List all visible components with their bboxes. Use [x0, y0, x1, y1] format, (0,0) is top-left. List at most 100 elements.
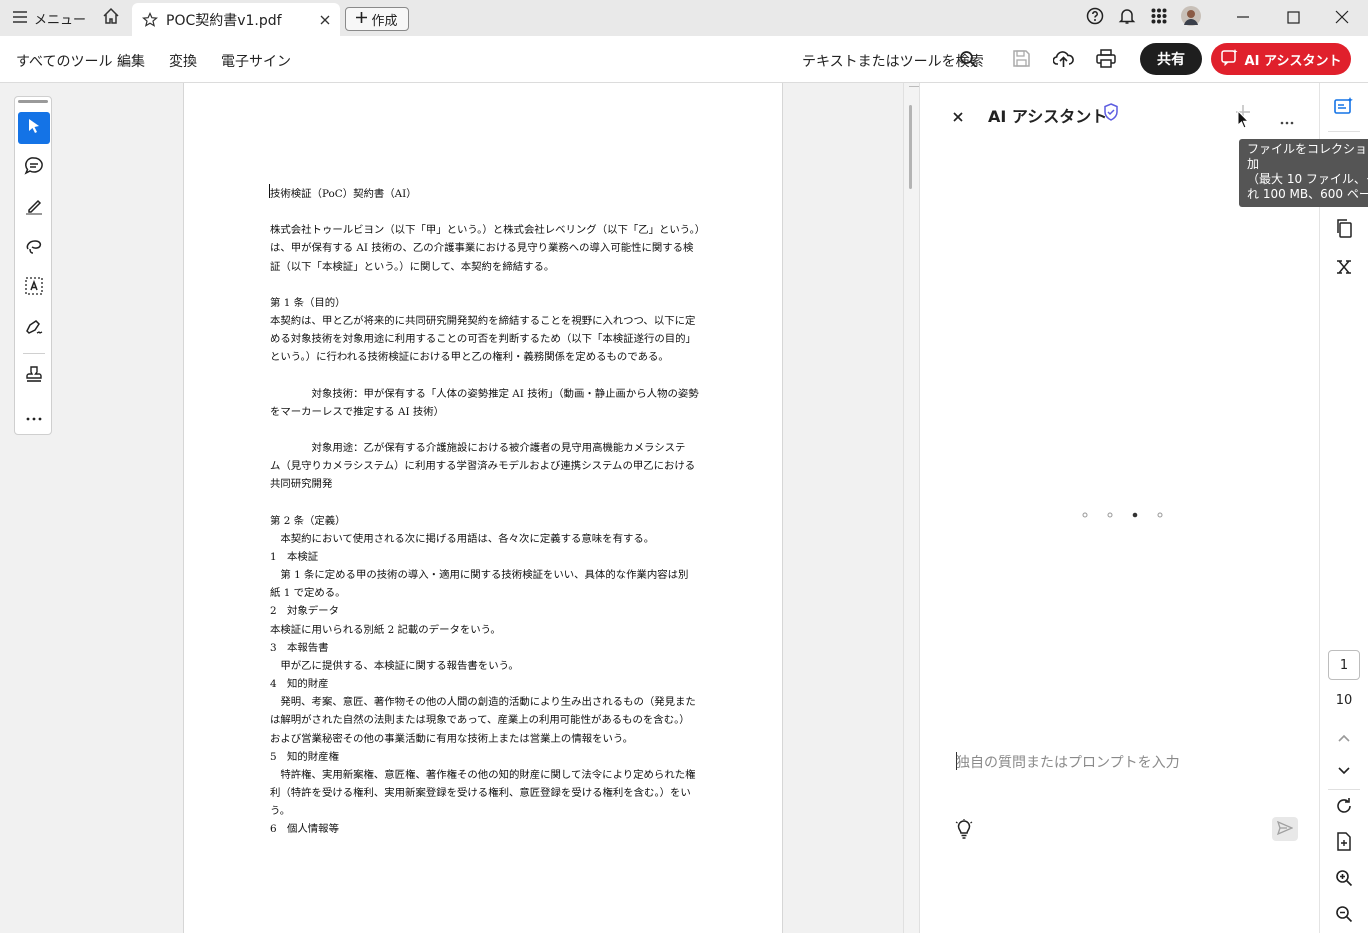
- document-caret: [269, 184, 270, 198]
- document-line: める対象技術を対象用途に利用することの可否を判断するため（以下「本検証遂行の目的…: [270, 333, 696, 346]
- document-line: 5 知的財産権: [270, 750, 339, 763]
- document-line: 本検証に用いられる別紙 2 記載のデータをいう。: [270, 623, 501, 636]
- more-options-icon[interactable]: [1280, 110, 1294, 129]
- fill-sign-tool[interactable]: [18, 312, 50, 344]
- previous-page-button[interactable]: [1332, 724, 1356, 748]
- quick-tools-rail: [14, 96, 52, 435]
- rotate-button[interactable]: [1332, 796, 1356, 820]
- star-icon[interactable]: [142, 11, 158, 28]
- lightbulb-icon[interactable]: [955, 819, 973, 843]
- document-line: 1 本検証: [270, 551, 319, 563]
- document-line: という。）に行われる技術検証における甲と乙の権利・義務関係を定めるものである。: [270, 351, 669, 364]
- ai-assistant-button[interactable]: AI アシスタント: [1211, 43, 1351, 75]
- title-bar: メニュー POC契約書v1.pdf 作成: [0, 0, 1368, 36]
- text-box-icon: [24, 276, 44, 300]
- document-line: 甲が乙に提供する、本検証に関する報告書をいう。: [270, 659, 519, 672]
- pdf-page[interactable]: 技術検証（PoC）契約書（AI） 株式会社トゥールビヨン（以下「甲」という。）と株…: [183, 83, 783, 933]
- stamp-tool[interactable]: [18, 361, 50, 393]
- save-icon[interactable]: [1012, 49, 1031, 72]
- document-line: う。: [270, 805, 291, 818]
- menu-all-tools[interactable]: すべてのツール: [16, 51, 112, 71]
- document-line: 株式会社トゥールビヨン（以下「甲」という。）と株式会社レベリング（以下「乙」とい…: [270, 224, 706, 237]
- home-icon: [102, 7, 120, 29]
- highlight-tool[interactable]: [18, 192, 50, 224]
- verified-shield-icon[interactable]: [1103, 103, 1119, 125]
- document-line: 利（特許を受ける権利、実用新案登録を受ける権利、意匠登録を受ける権利を含む。）を…: [270, 786, 691, 799]
- create-label: 作成: [371, 13, 398, 29]
- document-scrollbar[interactable]: [903, 83, 921, 933]
- rail-divider: [23, 353, 45, 354]
- rail-divider: [1328, 131, 1360, 132]
- ai-chat-icon: [1334, 97, 1354, 119]
- upload-cloud-icon[interactable]: [1052, 49, 1074, 72]
- apps-grid-icon: [1151, 8, 1167, 28]
- menu-edit[interactable]: 編集: [117, 51, 145, 71]
- share-button[interactable]: 共有: [1140, 43, 1202, 75]
- comment-tool[interactable]: [18, 152, 50, 184]
- send-icon: [1276, 820, 1294, 839]
- document-line: 第 1 条（目的）: [270, 296, 346, 309]
- document-line: 特許権、実用新案権、意匠権、著作権その他の知的財産に関して法令により定められた権: [270, 768, 696, 781]
- cursor-arrow-icon: [27, 118, 41, 138]
- current-page-input[interactable]: 1: [1328, 650, 1360, 680]
- ai-assistant-icon: [1220, 48, 1239, 70]
- tooltip-line: ファイルをコレクションに追: [1247, 142, 1368, 156]
- draw-tool[interactable]: [18, 232, 50, 264]
- next-page-button[interactable]: [1332, 757, 1356, 781]
- menu-button[interactable]: メニュー: [10, 0, 88, 36]
- close-panel-icon[interactable]: [953, 107, 963, 126]
- document-line: 6 個人情報等: [270, 823, 339, 836]
- notifications-button[interactable]: [1116, 0, 1138, 36]
- help-icon: [1086, 7, 1104, 29]
- ai-assistant-rail-button[interactable]: [1332, 96, 1356, 120]
- zoom-out-button[interactable]: [1332, 904, 1356, 928]
- tool-search-field[interactable]: テキストまたはツールを検索: [802, 51, 984, 71]
- document-line: 第 1 条に定める甲の技術の導入・適用に関する技術検証をいい、具体的な作業内容は…: [270, 569, 689, 582]
- document-line: 証（以下「本検証」という。）に関して、本契約を締結する。: [270, 260, 555, 273]
- select-tool[interactable]: [18, 112, 50, 144]
- menu-label: メニュー: [33, 12, 86, 28]
- document-line: 本契約において使用される次に掲げる用語は、各々次に定義する意味を有する。: [270, 532, 655, 545]
- document-line: 発明、考案、意匠、著作物その他の人間の創造的活動により生み出されるもの（発見また: [270, 696, 696, 709]
- close-window-button[interactable]: [1327, 0, 1357, 36]
- plus-icon: [356, 11, 368, 27]
- prompt-input[interactable]: 独自の質問またはプロンプトを入力: [956, 752, 1180, 772]
- avatar-icon: [1181, 6, 1201, 30]
- tooltip-line: れ 100 MB、600 ページ: [1247, 187, 1368, 201]
- document-line: および営業秘密その他の事業活動に有用な技術上または営業上の情報をいう。: [270, 732, 634, 745]
- drag-handle[interactable]: [18, 100, 48, 103]
- extract-page-button[interactable]: [1332, 832, 1356, 856]
- help-button[interactable]: [1084, 0, 1106, 36]
- text-recognition-tool[interactable]: [18, 272, 50, 304]
- compare-button[interactable]: [1332, 257, 1356, 281]
- pen-sign-icon: [24, 316, 44, 340]
- close-icon: [1335, 9, 1349, 28]
- stamp-icon: [24, 365, 44, 389]
- create-button[interactable]: 作成: [345, 7, 409, 31]
- organize-pages-button[interactable]: [1332, 218, 1356, 242]
- tooltip-line: （最大 10 ファイル、それ: [1247, 172, 1368, 186]
- compare-arrows-icon: [1335, 258, 1353, 280]
- home-button[interactable]: [96, 0, 126, 36]
- close-tab-icon[interactable]: [320, 15, 330, 25]
- menu-e-sign[interactable]: 電子サイン: [221, 51, 291, 71]
- print-icon[interactable]: [1096, 49, 1116, 72]
- document-line: 対象技術：甲が保有する「人体の姿勢推定 AI 技術」（動画・静止画から人物の姿勢: [270, 387, 699, 400]
- comment-icon: [24, 156, 44, 180]
- zoom-in-button[interactable]: [1332, 868, 1356, 892]
- document-tab[interactable]: POC契約書v1.pdf: [132, 3, 340, 36]
- mouse-cursor-icon: [1237, 109, 1250, 133]
- menu-convert[interactable]: 変換: [169, 51, 197, 71]
- more-tools-button[interactable]: [18, 399, 50, 431]
- user-avatar[interactable]: [1180, 0, 1202, 36]
- apps-button[interactable]: [1148, 0, 1170, 36]
- tab-title: POC契約書v1.pdf: [166, 12, 282, 29]
- maximize-button[interactable]: [1278, 0, 1308, 36]
- minimize-icon: [1236, 9, 1250, 28]
- document-line: 紙 1 で定める。: [270, 587, 346, 600]
- search-icon[interactable]: [959, 50, 977, 72]
- loading-dots-icon: [1082, 503, 1164, 522]
- minimize-button[interactable]: [1228, 0, 1258, 36]
- send-button[interactable]: [1272, 817, 1298, 841]
- scrollbar-thumb[interactable]: [909, 105, 912, 189]
